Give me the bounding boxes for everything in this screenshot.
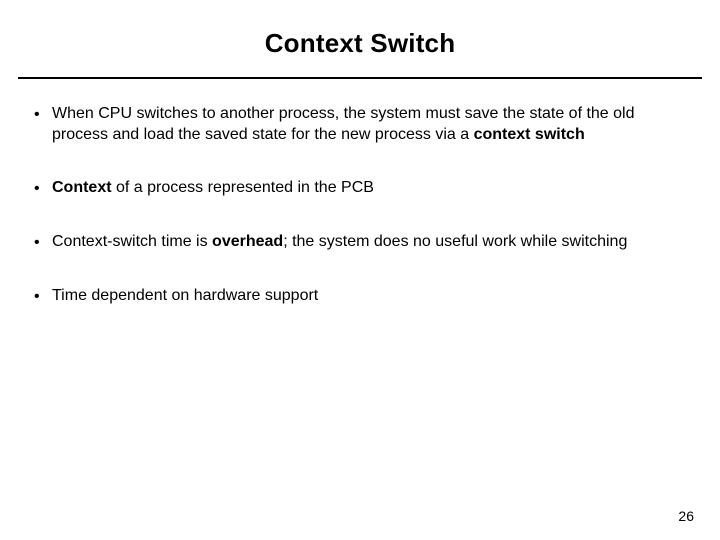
list-item: • Context of a process represented in th… xyxy=(34,177,686,199)
text-run: of a process represented in the PCB xyxy=(112,179,374,196)
text-run: Context-switch time is xyxy=(52,233,212,250)
bullet-dot-icon: • xyxy=(34,285,52,307)
page-number: 26 xyxy=(678,508,694,524)
list-item: • When CPU switches to another process, … xyxy=(34,103,686,145)
bullet-text: Context-switch time is overhead; the sys… xyxy=(52,231,686,252)
text-run-bold: Context xyxy=(52,179,112,196)
title-area: Context Switch xyxy=(0,0,720,77)
bullet-list: • When CPU switches to another process, … xyxy=(34,103,686,308)
text-run: ; the system does no useful work while s… xyxy=(283,233,627,250)
text-run-bold: overhead xyxy=(212,233,283,250)
bullet-dot-icon: • xyxy=(34,231,52,253)
bullet-text: Context of a process represented in the … xyxy=(52,177,686,198)
slide: Context Switch • When CPU switches to an… xyxy=(0,0,720,540)
list-item: • Time dependent on hardware support xyxy=(34,285,686,307)
bullet-dot-icon: • xyxy=(34,177,52,199)
bullet-dot-icon: • xyxy=(34,103,52,125)
slide-title: Context Switch xyxy=(0,28,720,59)
slide-body: • When CPU switches to another process, … xyxy=(0,79,720,308)
list-item: • Context-switch time is overhead; the s… xyxy=(34,231,686,253)
bullet-text: Time dependent on hardware support xyxy=(52,285,686,306)
bullet-text: When CPU switches to another process, th… xyxy=(52,103,686,145)
text-run-bold: context switch xyxy=(474,126,585,143)
